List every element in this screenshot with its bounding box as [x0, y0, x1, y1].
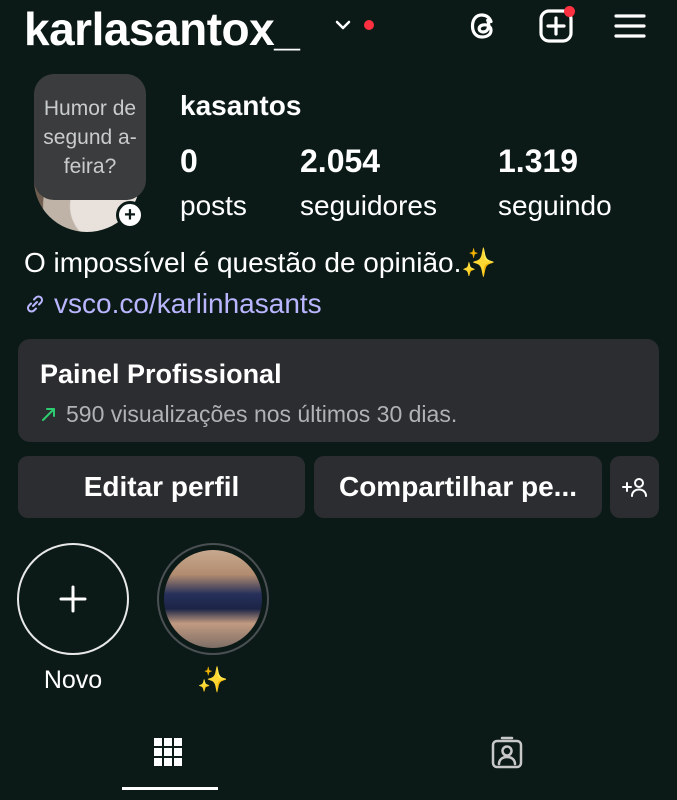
- chevron-down-icon[interactable]: [334, 18, 352, 32]
- highlight-cover-image: [164, 550, 262, 648]
- stat-following[interactable]: 1.319 seguindo: [498, 142, 612, 224]
- link-icon: [26, 295, 44, 313]
- bio-link-text: vsco.co/karlinhasants: [54, 288, 322, 319]
- profile-screen: karlasantox_ Humor de segund a-feira? + …: [0, 0, 677, 800]
- highlight-new-label: Novo: [43, 666, 103, 694]
- highlight-new[interactable]: Novo: [17, 543, 129, 697]
- highlight-sparkles[interactable]: ✨: [157, 543, 269, 697]
- menu-icon[interactable]: [612, 8, 648, 44]
- notification-dot: [364, 20, 374, 30]
- stat-followers-value: 2.054: [300, 143, 381, 179]
- stat-following-value: 1.319: [498, 143, 579, 179]
- tagged-icon[interactable]: [490, 736, 524, 770]
- threads-icon[interactable]: [466, 8, 502, 44]
- note-bubble[interactable]: Humor de segund a-feira?: [34, 74, 146, 200]
- create-notification-dot: [564, 6, 575, 17]
- display-name: kasantos: [180, 90, 302, 121]
- share-profile-button[interactable]: Compartilhar pe...: [314, 456, 602, 518]
- stat-posts[interactable]: 0 posts: [180, 142, 247, 224]
- stat-followers-label: seguidores: [300, 190, 437, 221]
- account-username[interactable]: karlasantox_: [24, 2, 300, 56]
- discover-people-button[interactable]: [610, 456, 659, 518]
- highlight-new-circle[interactable]: [17, 543, 129, 655]
- header: karlasantox_: [24, 0, 654, 60]
- grid-icon[interactable]: [152, 736, 184, 768]
- plus-icon: [59, 585, 87, 613]
- trend-up-icon: [42, 408, 55, 421]
- profile-tabs: [0, 720, 677, 800]
- add-person-icon: [621, 478, 647, 497]
- stat-posts-label: posts: [180, 190, 247, 221]
- highlight-cover[interactable]: [157, 543, 269, 655]
- dashboard-subtitle: 590 visualizações nos últimos 30 dias.: [40, 399, 457, 429]
- stat-posts-value: 0: [180, 143, 198, 179]
- stat-followers[interactable]: 2.054 seguidores: [300, 142, 437, 224]
- active-tab-indicator: [122, 787, 218, 790]
- dashboard-title: Painel Profissional: [40, 359, 282, 389]
- bio-text: O impossível é questão de opinião.✨: [24, 247, 497, 278]
- stat-following-label: seguindo: [498, 190, 612, 221]
- edit-profile-button[interactable]: Editar perfil: [18, 456, 305, 518]
- avatar-add-button[interactable]: +: [116, 201, 144, 229]
- bio-link[interactable]: vsco.co/karlinhasants: [24, 286, 322, 322]
- dashboard-views-text: 590 visualizações nos últimos 30 dias.: [66, 401, 458, 427]
- professional-dashboard[interactable]: Painel Profissional 590 visualizações no…: [18, 339, 659, 442]
- highlight-sparkles-label: ✨: [197, 666, 229, 694]
- note-text: Humor de segund a-feira?: [43, 96, 137, 178]
